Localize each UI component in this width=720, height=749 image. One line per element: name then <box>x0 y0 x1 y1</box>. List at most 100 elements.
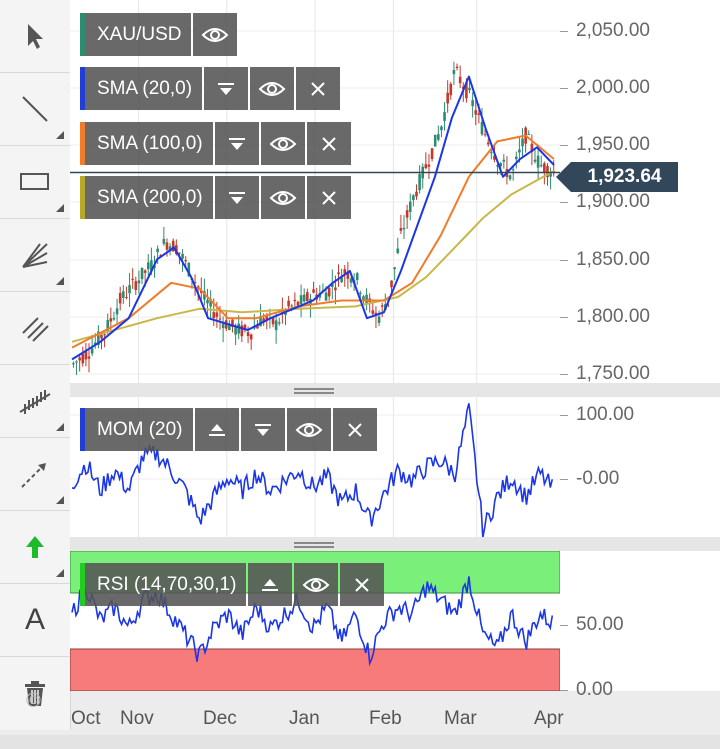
candle-body <box>215 312 219 317</box>
candle-body <box>90 348 94 354</box>
text-tool[interactable]: A <box>0 584 70 657</box>
visibility-button[interactable] <box>294 563 339 606</box>
eye-icon <box>303 577 330 592</box>
candle-body <box>302 294 306 302</box>
axis-tick <box>560 690 568 691</box>
candle-body <box>380 305 384 307</box>
visibility-button[interactable] <box>250 67 295 110</box>
remove-button[interactable] <box>332 408 377 451</box>
legend-xauusd: XAU/USD <box>80 13 239 56</box>
visibility-button[interactable] <box>260 176 305 219</box>
move-down-icon <box>228 137 245 150</box>
close-icon <box>321 136 336 151</box>
mom-axis[interactable]: 100.00 -0.00 <box>560 397 720 537</box>
grip-icon <box>294 388 334 390</box>
visibility-button[interactable] <box>260 122 305 165</box>
visibility-button[interactable] <box>193 13 238 56</box>
pitchfork-tool[interactable] <box>0 365 70 438</box>
candle-body <box>362 296 365 300</box>
candle-body <box>137 280 141 284</box>
legend-label: SMA (200,0) <box>80 176 213 219</box>
move-up-button[interactable] <box>248 563 293 606</box>
submenu-corner-icon <box>56 496 64 504</box>
pointer-tool[interactable] <box>0 0 70 73</box>
mom-tick-label: 100.00 <box>576 404 635 425</box>
candle-body <box>218 318 222 320</box>
pane-resize-handle[interactable] <box>70 383 720 397</box>
price-tick-label: 1,950.00 <box>576 134 650 155</box>
price-tick-label: 2,050.00 <box>576 20 650 41</box>
text-icon: A <box>24 603 45 636</box>
candle-body <box>402 227 406 230</box>
legend-mom: MOM (20) <box>80 408 379 451</box>
eye-icon <box>295 422 322 437</box>
candle-body <box>539 165 543 167</box>
axis-tick <box>560 625 568 626</box>
candle-body <box>427 164 431 167</box>
candle-body <box>293 299 297 302</box>
current-price-value: 1,923.64 <box>571 162 678 192</box>
line-tool[interactable] <box>0 73 70 146</box>
candle-body <box>486 142 490 145</box>
candle-body <box>75 361 78 363</box>
legend-label: SMA (20,0) <box>80 67 203 110</box>
axis-tick <box>560 317 568 318</box>
pitchfork-icon <box>18 386 52 416</box>
x-tick-label: Jan <box>289 708 320 729</box>
parallel-channel-tool[interactable] <box>0 292 70 365</box>
legend-sma200: SMA (200,0) <box>80 176 353 219</box>
submenu-corner-icon <box>56 423 64 431</box>
candle-body <box>412 195 415 201</box>
remove-button[interactable] <box>340 563 385 606</box>
pane-resize-handle[interactable] <box>70 537 720 551</box>
move-up-icon <box>208 423 225 436</box>
rectangle-tool[interactable] <box>0 146 70 219</box>
up-arrow-tool[interactable] <box>0 511 70 584</box>
candle-body <box>327 287 331 297</box>
price-tick-label: 1,800.00 <box>576 306 650 327</box>
candle-body <box>271 317 275 325</box>
candle-body <box>418 174 421 191</box>
close-icon <box>321 190 336 205</box>
candle-body <box>134 281 138 290</box>
eye-icon <box>258 81 286 96</box>
grip-icon <box>294 542 334 544</box>
up-arrow-icon <box>24 534 46 560</box>
move-down-button[interactable] <box>214 176 259 219</box>
move-down-button[interactable] <box>214 122 259 165</box>
legend-sma100: SMA (100,0) <box>80 122 353 165</box>
candle-body <box>458 76 462 84</box>
rectangle-icon <box>19 171 51 193</box>
arrow-line-tool[interactable] <box>0 438 70 511</box>
candle-body <box>490 152 493 154</box>
rsi-axis[interactable]: 50.00 0.00 <box>560 551 720 700</box>
candle-body <box>274 320 278 331</box>
candle-body <box>112 318 116 320</box>
price-tick-label: 2,000.00 <box>576 77 650 98</box>
candle-body <box>131 278 134 280</box>
candle-body <box>440 126 443 131</box>
move-down-button[interactable] <box>240 408 285 451</box>
fan-icon <box>20 240 50 270</box>
move-down-icon <box>218 82 235 95</box>
candle-body <box>296 301 300 306</box>
candle-body <box>393 267 396 270</box>
remove-button[interactable] <box>306 122 351 165</box>
candle-body <box>72 363 75 365</box>
visibility-button[interactable] <box>286 408 331 451</box>
candle-body <box>359 292 362 294</box>
candle-body <box>433 134 437 147</box>
rsi-oversold-band <box>69 648 561 692</box>
x-tick-label: Nov <box>120 708 154 729</box>
remove-button[interactable] <box>296 67 341 110</box>
candle-body <box>118 292 122 304</box>
candle-body <box>365 294 368 304</box>
move-down-button[interactable] <box>204 67 249 110</box>
fan-tool[interactable] <box>0 219 70 292</box>
candle-body <box>337 272 340 274</box>
move-up-button[interactable] <box>194 408 239 451</box>
axis-tick <box>560 374 568 375</box>
candle-body <box>443 112 446 121</box>
bottom-scrollbar[interactable] <box>0 735 720 749</box>
remove-button[interactable] <box>306 176 351 219</box>
